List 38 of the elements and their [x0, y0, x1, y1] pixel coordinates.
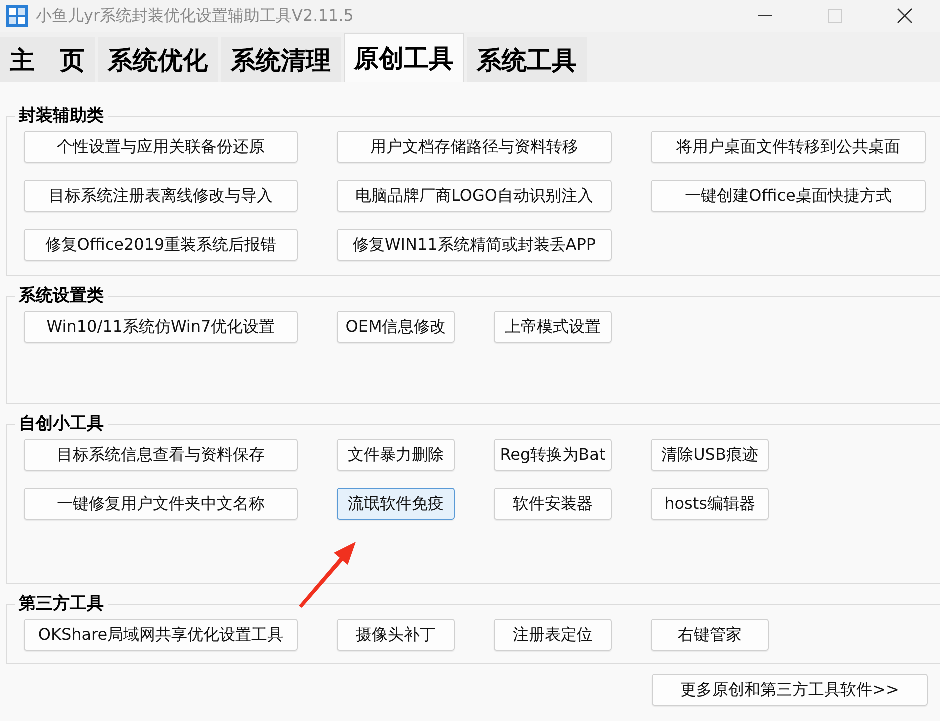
tool-button[interactable]: 文件暴力删除 [337, 439, 455, 471]
tab[interactable]: 系统工具 [467, 37, 587, 82]
tool-button[interactable]: 上帝模式设置 [494, 311, 612, 343]
close-icon[interactable] [897, 8, 913, 24]
tool-button[interactable]: 摄像头补丁 [337, 619, 455, 651]
tab[interactable]: 系统清理 [221, 37, 341, 82]
tool-button[interactable]: 修复Office2019重装系统后报错 [24, 229, 298, 261]
tool-button[interactable]: 清除USB痕迹 [651, 439, 769, 471]
app-icon [6, 5, 28, 27]
group-title: 第三方工具 [15, 592, 108, 615]
tool-button[interactable]: 注册表定位 [494, 619, 612, 651]
tab[interactable]: 系统优化 [98, 37, 218, 82]
tool-button[interactable]: 目标系统注册表离线修改与导入 [24, 180, 298, 212]
tool-button[interactable]: Reg转换为Bat [494, 439, 612, 471]
annotation-arrow [296, 540, 358, 608]
more-tools-button[interactable]: 更多原创和第三方工具软件>> [652, 674, 928, 706]
group-title: 系统设置类 [15, 284, 108, 307]
tool-button[interactable]: 修复WIN11系统精简或封装丢APP [337, 229, 612, 261]
minimize-icon[interactable] [758, 15, 772, 17]
tool-button[interactable]: 个性设置与应用关联备份还原 [24, 131, 298, 163]
tool-button[interactable]: 将用户桌面文件转移到公共桌面 [651, 131, 926, 163]
group-title: 自创小工具 [15, 412, 108, 435]
tool-button[interactable]: 一键修复用户文件夹中文名称 [24, 488, 298, 520]
tool-button[interactable]: 流氓软件免疫 [337, 488, 455, 520]
tool-button[interactable]: OEM信息修改 [337, 311, 455, 343]
tool-button[interactable]: 一键创建Office桌面快捷方式 [651, 180, 926, 212]
tool-button[interactable]: OKShare局域网共享优化设置工具 [24, 619, 298, 651]
tool-button[interactable]: 目标系统信息查看与资料保存 [24, 439, 298, 471]
tab[interactable]: 主 页 [0, 37, 95, 82]
group-title: 封装辅助类 [15, 104, 108, 127]
window-title: 小鱼儿yr系统封装优化设置辅助工具V2.11.5 [36, 6, 355, 26]
tool-button[interactable]: 用户文档存储路径与资料转移 [337, 131, 612, 163]
tab[interactable]: 原创工具 [344, 33, 464, 82]
tool-button[interactable]: 右键管家 [651, 619, 769, 651]
tool-button[interactable]: hosts编辑器 [651, 488, 769, 520]
tool-button[interactable]: 电脑品牌厂商LOGO自动识别注入 [337, 180, 612, 212]
tool-button[interactable]: 软件安装器 [494, 488, 612, 520]
tool-button[interactable]: Win10/11系统仿Win7优化设置 [24, 311, 298, 343]
